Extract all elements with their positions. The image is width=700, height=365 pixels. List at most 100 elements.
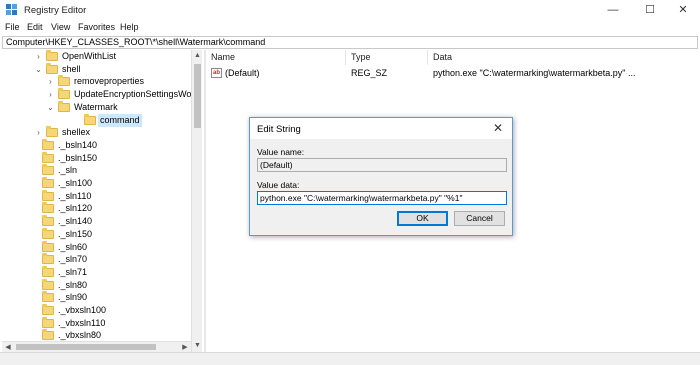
list-item[interactable]: ab (Default) REG_SZ python.exe "C:\water… <box>206 67 698 80</box>
tree-item-label: ._sln120 <box>58 203 93 214</box>
column-header-type[interactable]: Type <box>346 50 428 65</box>
dialog-title: Edit String <box>257 124 301 135</box>
chevron-right-icon[interactable]: › <box>46 88 55 101</box>
folder-icon <box>42 189 54 201</box>
scroll-down-icon[interactable]: ▼ <box>192 340 203 352</box>
folder-icon <box>42 138 54 150</box>
column-header-name[interactable]: Name <box>206 50 346 65</box>
folder-icon <box>42 215 54 227</box>
chevron-down-icon[interactable]: ⌄ <box>34 63 43 76</box>
window-title: Registry Editor <box>24 5 87 16</box>
value-data-label: Value data: <box>257 180 300 190</box>
tree-item[interactable]: ._sln80 <box>2 278 191 292</box>
cancel-button[interactable]: Cancel <box>454 211 505 226</box>
value-name-label: Value name: <box>257 147 305 157</box>
tree-item-label: OpenWithList <box>62 51 117 61</box>
tree-item-label: ._sln70 <box>58 254 88 265</box>
tree-item-label: ._vbxsln110 <box>58 317 106 328</box>
tree-item[interactable]: ._bsln150 <box>2 151 191 165</box>
maximize-button[interactable]: ☐ <box>633 0 667 20</box>
tree-item-label: UpdateEncryptionSettingsWo <box>74 89 192 100</box>
dialog-title-bar: Edit String ✕ <box>250 118 512 139</box>
menu-view[interactable]: View <box>51 22 70 32</box>
chevron-right-icon[interactable]: › <box>34 50 43 63</box>
folder-icon <box>46 126 58 138</box>
folder-icon <box>42 151 54 163</box>
tree-vertical-scrollbar[interactable]: ▲ ▼ <box>191 50 202 352</box>
minimize-button[interactable]: — <box>596 0 630 20</box>
dialog-close-icon[interactable]: ✕ <box>490 121 506 135</box>
tree-item-label: ._sln150 <box>58 228 93 239</box>
tree-item[interactable]: ⌄ shell <box>2 62 191 76</box>
tree-item[interactable]: ._sln110 <box>2 189 191 203</box>
column-header-data[interactable]: Data <box>428 50 698 65</box>
ok-button[interactable]: OK <box>397 211 448 226</box>
close-button[interactable]: ✕ <box>666 0 700 20</box>
folder-icon <box>42 164 54 176</box>
folder-icon <box>42 253 54 265</box>
tree-item[interactable]: ._sln150 <box>2 227 191 241</box>
folder-icon <box>84 113 96 125</box>
tree-item-label: ._vbxsln100 <box>58 305 107 315</box>
tree-item[interactable]: › shellex <box>2 126 191 139</box>
tree-item[interactable]: ._vbxsln100 <box>2 304 191 317</box>
tree-item-label: Watermark <box>74 101 118 112</box>
tree-item-label: removeproperties <box>74 76 145 87</box>
tree-item-label: ._bsln150 <box>58 152 98 163</box>
folder-icon <box>42 177 54 188</box>
tree-item-label: ._sln110 <box>58 190 92 201</box>
chevron-down-icon[interactable]: ⌄ <box>46 101 55 114</box>
scroll-thumb-horizontal[interactable] <box>16 344 156 350</box>
tree-item[interactable]: ._bsln140 <box>2 138 191 152</box>
address-bar[interactable]: Computer\HKEY_CLASSES_ROOT\*\shell\Water… <box>2 36 698 49</box>
value-name: (Default) <box>225 68 260 78</box>
value-type: REG_SZ <box>351 68 388 78</box>
menu-help[interactable]: Help <box>120 22 139 32</box>
value-data-field[interactable]: python.exe "C:\watermarking\watermarkbet… <box>257 191 507 205</box>
chevron-right-icon[interactable]: › <box>34 126 43 139</box>
status-bar <box>0 352 700 365</box>
tree-item[interactable]: › UpdateEncryptionSettingsWo <box>2 88 191 101</box>
tree-item[interactable]: ._vbxsln110 <box>2 316 191 330</box>
scroll-up-icon[interactable]: ▲ <box>192 50 203 62</box>
folder-icon <box>42 227 54 239</box>
menu-file[interactable]: File <box>5 22 20 32</box>
tree-item[interactable]: ._sln100 <box>2 177 191 190</box>
menu-edit[interactable]: Edit <box>27 22 43 32</box>
tree-item[interactable]: ._sln70 <box>2 253 191 266</box>
tree-item-label: ._sln80 <box>58 279 88 290</box>
tree-item[interactable]: ._sln90 <box>2 291 191 304</box>
tree-item-label: command <box>98 113 142 127</box>
tree-item[interactable]: ⌄ Watermark <box>2 100 191 114</box>
value-data: python.exe "C:\watermarking\watermarkbet… <box>433 68 636 78</box>
tree-item-label: ._sln140 <box>58 216 93 227</box>
title-bar: Registry Editor — ☐ ✕ <box>0 0 700 20</box>
tree-horizontal-scrollbar[interactable]: ◀ ▶ <box>2 341 191 352</box>
tree-item[interactable]: ._sln71 <box>2 265 191 279</box>
value-name-field[interactable]: (Default) <box>257 158 507 172</box>
folder-icon <box>46 50 58 61</box>
tree-item-label: ._sln60 <box>58 241 88 252</box>
folder-icon <box>42 316 54 328</box>
tree-item[interactable]: ._sln120 <box>2 202 191 215</box>
tree-item[interactable]: › OpenWithList <box>2 50 191 63</box>
folder-icon <box>46 62 58 74</box>
tree-item-label: ._bsln140 <box>58 139 98 150</box>
tree-item[interactable]: command <box>2 113 191 127</box>
tree-item[interactable]: › removeproperties <box>2 75 191 88</box>
ab-string-icon: ab <box>211 68 222 78</box>
tree-item-label: shell <box>62 63 81 74</box>
tree-item-label: shellex <box>62 127 91 138</box>
chevron-right-icon[interactable]: › <box>46 75 55 88</box>
folder-icon <box>42 265 54 277</box>
scroll-thumb[interactable] <box>194 64 201 128</box>
tree-item-label: ._sln71 <box>58 266 88 277</box>
menu-favorites[interactable]: Favorites <box>78 22 115 32</box>
folder-icon <box>42 278 54 290</box>
folder-icon <box>42 240 54 252</box>
tree-item[interactable]: ._sln <box>2 164 191 177</box>
registry-key-tree[interactable]: › OpenWithList ⌄ shell › removeproperties › Upd… <box>2 50 202 352</box>
folder-icon <box>58 88 70 100</box>
tree-item[interactable]: ._sln60 <box>2 240 191 254</box>
tree-item[interactable]: ._sln140 <box>2 215 191 228</box>
